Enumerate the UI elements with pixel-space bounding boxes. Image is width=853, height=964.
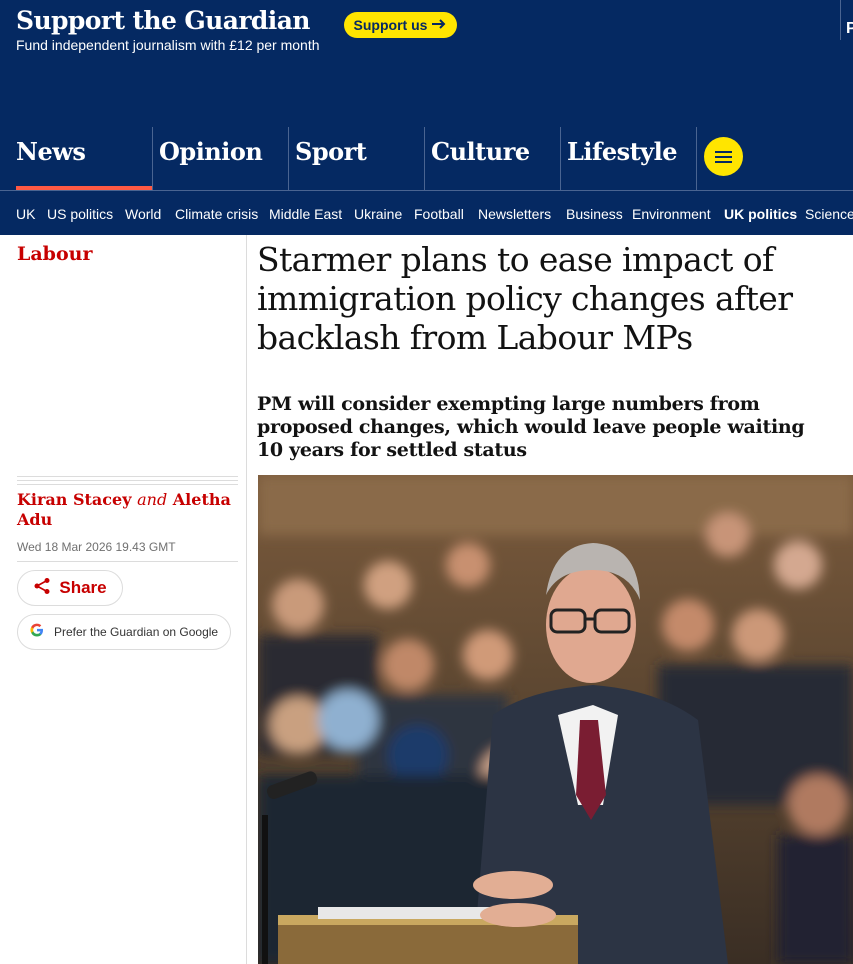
menu-divider — [696, 127, 697, 190]
share-button[interactable]: Share — [17, 570, 123, 606]
support-banner: Support the Guardian Fund independent jo… — [0, 0, 853, 64]
subnav-ukraine[interactable]: Ukraine — [354, 206, 402, 222]
hamburger-icon-bar — [715, 160, 732, 163]
byline-and: and — [137, 490, 168, 509]
banner-divider — [840, 0, 841, 40]
subnav-business[interactable]: Business — [566, 206, 623, 222]
article-date[interactable]: Wed 18 Mar 2026 19.43 GMT — [17, 540, 176, 554]
pillar-lifestyle-label: Lifestyle — [567, 137, 678, 166]
column-divider — [246, 235, 247, 964]
prefer-google-button[interactable]: Prefer the Guardian on Google — [17, 614, 231, 650]
section-label[interactable]: Labour — [17, 243, 92, 265]
subnav-world[interactable]: World — [125, 206, 161, 222]
subnav-climate-crisis[interactable]: Climate crisis — [175, 206, 258, 222]
pillar-culture[interactable]: Culture — [424, 127, 560, 190]
pillar-opinion[interactable]: Opinion — [152, 127, 288, 190]
article-standfirst: PM will consider exempting large numbers… — [257, 393, 805, 461]
article-main-image[interactable] — [258, 475, 853, 964]
subnav-middle-east[interactable]: Middle East — [269, 206, 342, 222]
article-headline: Starmer plans to ease impact of immigrat… — [257, 240, 793, 357]
subnav-football[interactable]: Football — [414, 206, 464, 222]
pillar-sport-label: Sport — [295, 137, 367, 166]
author-link[interactable]: Kiran Stacey — [17, 490, 132, 509]
subnav-us-politics[interactable]: US politics — [47, 206, 113, 222]
pillar-news[interactable]: News — [0, 127, 152, 190]
menu-button[interactable] — [704, 137, 743, 176]
share-label: Share — [59, 578, 107, 597]
support-subtitle: Fund independent journalism with £12 per… — [16, 37, 320, 53]
arrow-right-icon — [431, 17, 447, 33]
pillar-news-label: News — [16, 137, 86, 166]
share-icon — [33, 577, 51, 600]
subnav: UK US politics World Climate crisis Midd… — [0, 190, 853, 235]
hamburger-icon — [715, 150, 732, 153]
support-us-label: Support us — [353, 17, 428, 33]
meta-divider — [17, 476, 238, 485]
subnav-environment[interactable]: Environment — [632, 206, 711, 222]
subnav-uk[interactable]: UK — [16, 206, 35, 222]
prefer-google-label: Prefer the Guardian on Google — [54, 625, 219, 639]
pillar-sport[interactable]: Sport — [288, 127, 424, 190]
subnav-newsletters[interactable]: Newsletters — [478, 206, 551, 222]
support-us-button[interactable]: Support us — [344, 12, 457, 38]
byline: Kiran Stacey and Aletha Adu — [17, 490, 237, 530]
banner-edge-text[interactable]: P — [846, 20, 853, 38]
subnav-science[interactable]: Science — [805, 206, 853, 222]
google-icon — [30, 623, 44, 641]
hamburger-icon-bar — [715, 155, 732, 158]
support-title[interactable]: Support the Guardian — [16, 6, 310, 35]
subnav-uk-politics[interactable]: UK politics — [724, 206, 797, 222]
date-divider — [17, 561, 238, 562]
pillar-opinion-label: Opinion — [159, 137, 263, 166]
pillar-culture-label: Culture — [431, 137, 530, 166]
pillar-lifestyle[interactable]: Lifestyle — [560, 127, 696, 190]
